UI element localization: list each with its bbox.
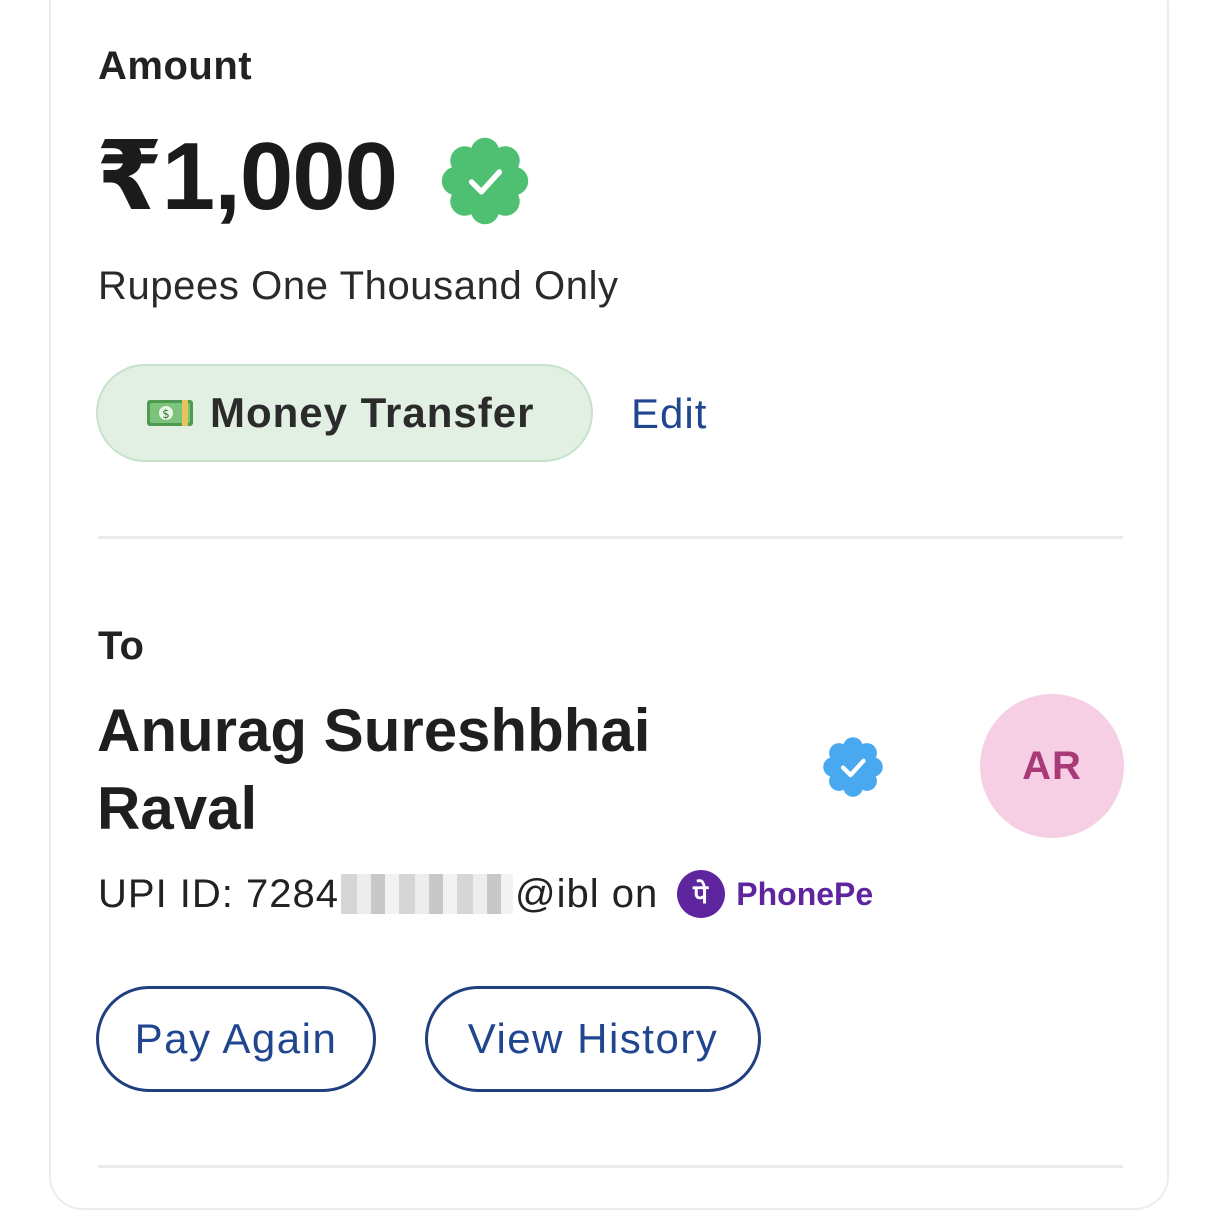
svg-text:$: $ — [162, 407, 170, 421]
money-banknote-icon: $ — [147, 400, 193, 426]
upi-id-row: UPI ID: 7284 @ibl on पे PhonePe — [98, 866, 873, 922]
masked-upi-digits — [341, 874, 514, 914]
svg-text:पे: पे — [692, 879, 709, 910]
amount-label: Amount — [98, 44, 253, 88]
category-label: Money Transfer — [210, 389, 535, 436]
view-history-button[interactable]: View History — [425, 986, 761, 1092]
divider — [98, 536, 1123, 539]
amount-value: ₹1,000 — [96, 123, 398, 230]
avatar: AR — [980, 694, 1124, 838]
phonepe-logo-icon: पे — [677, 870, 726, 918]
amount-in-words: Rupees One Thousand Only — [98, 264, 619, 308]
phonepe-brand-text: PhonePe — [736, 875, 874, 912]
category-chip[interactable]: $ Money Transfer — [96, 364, 593, 462]
pay-again-button[interactable]: Pay Again — [96, 986, 376, 1092]
verified-badge-icon — [441, 137, 529, 225]
divider — [98, 1165, 1123, 1168]
upi-id-prefix: UPI ID: 7284 — [98, 871, 340, 916]
upi-id-suffix: @ibl on — [515, 871, 659, 916]
payee-name: Anurag Sureshbhai Raval — [97, 697, 651, 842]
edit-category-link[interactable]: Edit — [631, 390, 707, 438]
to-label: To — [98, 624, 144, 668]
verified-badge-icon — [823, 737, 883, 797]
